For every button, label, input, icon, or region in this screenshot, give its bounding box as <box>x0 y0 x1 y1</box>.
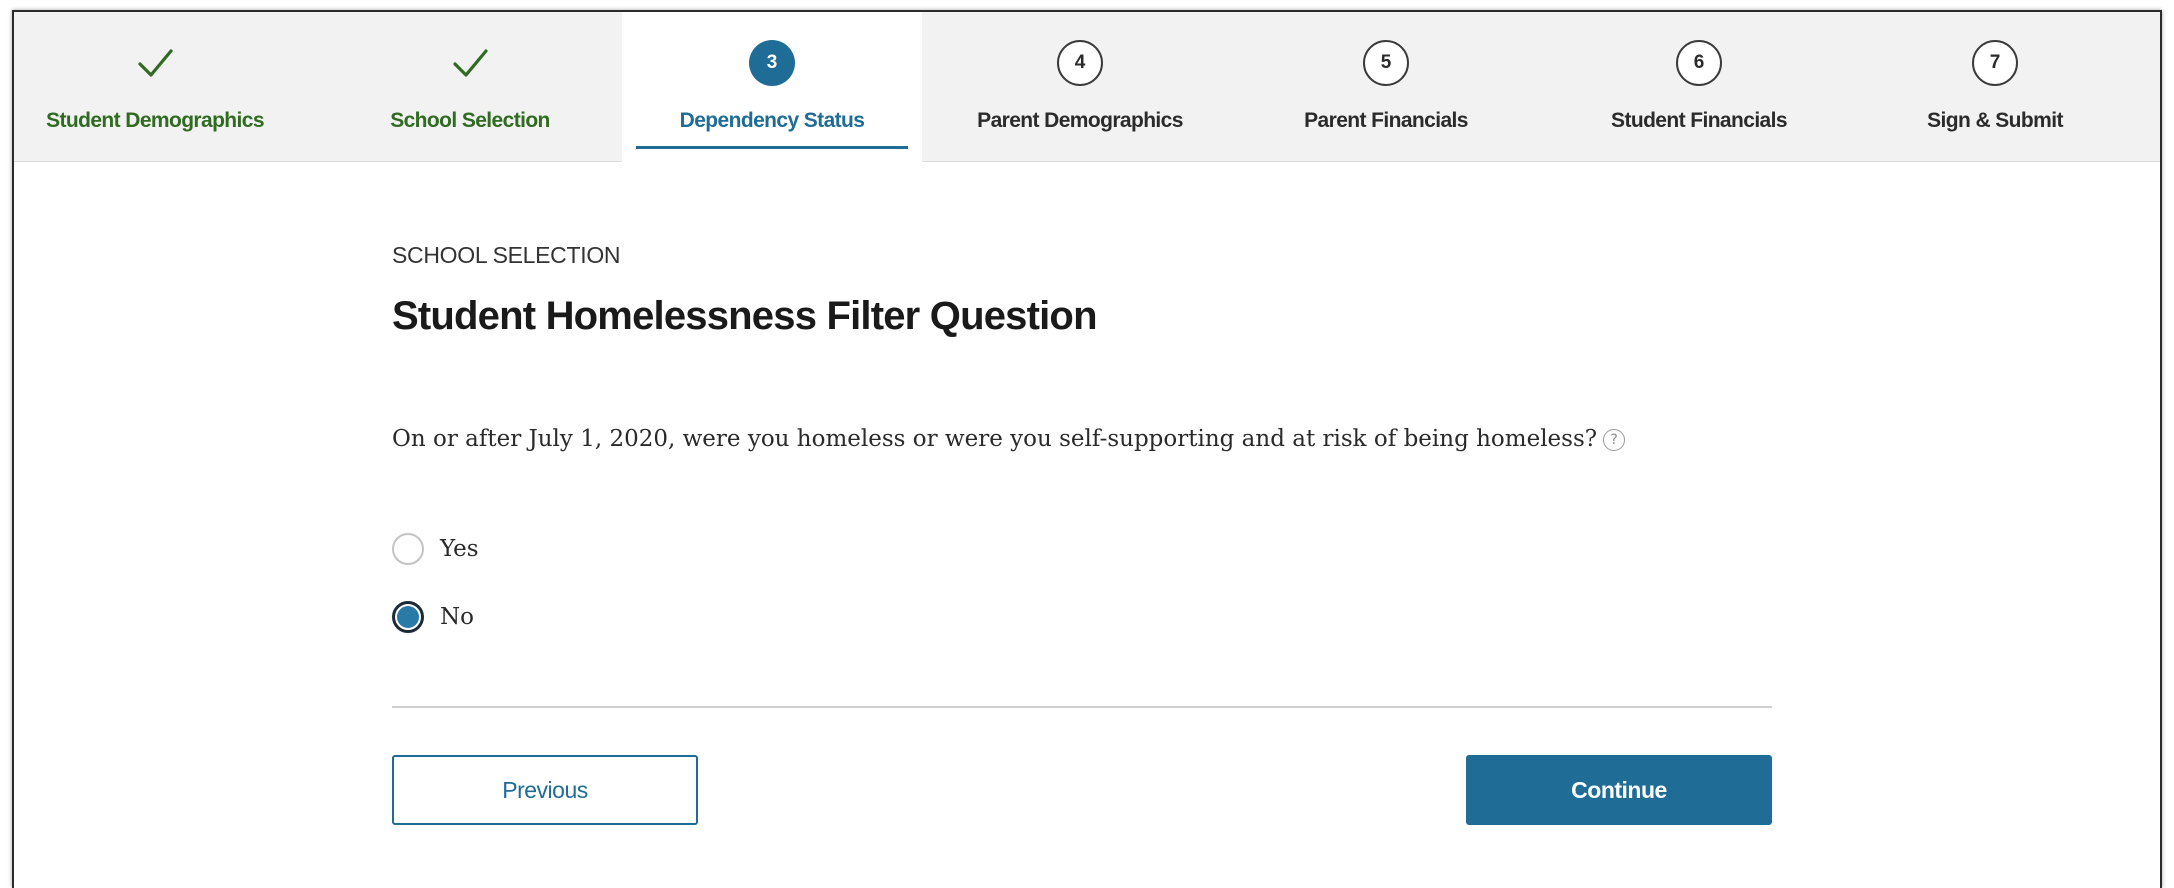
continue-button[interactable]: Continue <box>1466 755 1772 825</box>
checkmark-icon <box>447 40 493 86</box>
application-frame: Student Demographics School Selection 3 … <box>12 10 2162 888</box>
page-title: Student Homelessness Filter Question <box>392 294 1098 338</box>
question-prompt: On or after July 1, 2020, were you homel… <box>392 426 1598 452</box>
step-dependency-status[interactable]: 3 Dependency Status <box>622 12 922 162</box>
step-number-badge: 6 <box>1676 40 1722 86</box>
step-label: Parent Financials <box>1304 109 1468 132</box>
step-number-badge: 5 <box>1363 40 1409 86</box>
step-number-badge: 3 <box>749 40 795 86</box>
step-school-selection[interactable]: School Selection <box>364 12 576 162</box>
step-number-badge: 7 <box>1972 40 2018 86</box>
step-parent-financials[interactable]: 5 Parent Financials <box>1276 12 1496 162</box>
step-label: Sign & Submit <box>1927 109 2063 132</box>
step-sign-and-submit[interactable]: 7 Sign & Submit <box>1890 12 2100 162</box>
radio-option-yes[interactable]: Yes <box>392 533 479 565</box>
step-number-badge: 4 <box>1057 40 1103 86</box>
current-step-indicator <box>636 146 908 149</box>
question-circle-icon[interactable]: ? <box>1603 429 1626 451</box>
radio-option-no[interactable]: No <box>392 601 474 633</box>
step-student-financials[interactable]: 6 Student Financials <box>1584 12 1814 162</box>
step-student-demographics[interactable]: Student Demographics <box>32 12 278 162</box>
question-text: On or after July 1, 2020, were you homel… <box>392 418 1692 461</box>
radio-button-no[interactable] <box>392 601 424 633</box>
previous-button[interactable]: Previous <box>392 755 698 825</box>
step-label: School Selection <box>390 109 550 132</box>
section-label: SCHOOL SELECTION <box>392 242 621 268</box>
radio-button-yes[interactable] <box>392 533 424 565</box>
step-label: Dependency Status <box>679 109 865 132</box>
progress-step-nav: Student Demographics School Selection 3 … <box>14 12 2160 162</box>
radio-label-no: No <box>440 604 474 630</box>
step-label: Student Financials <box>1611 109 1788 132</box>
radio-selected-dot <box>397 606 419 628</box>
divider <box>392 706 1772 708</box>
step-parent-demographics[interactable]: 4 Parent Demographics <box>960 12 1200 162</box>
checkmark-icon <box>132 40 178 86</box>
step-label: Parent Demographics <box>977 109 1183 132</box>
step-label: Student Demographics <box>46 109 264 132</box>
radio-label-yes: Yes <box>440 536 479 562</box>
